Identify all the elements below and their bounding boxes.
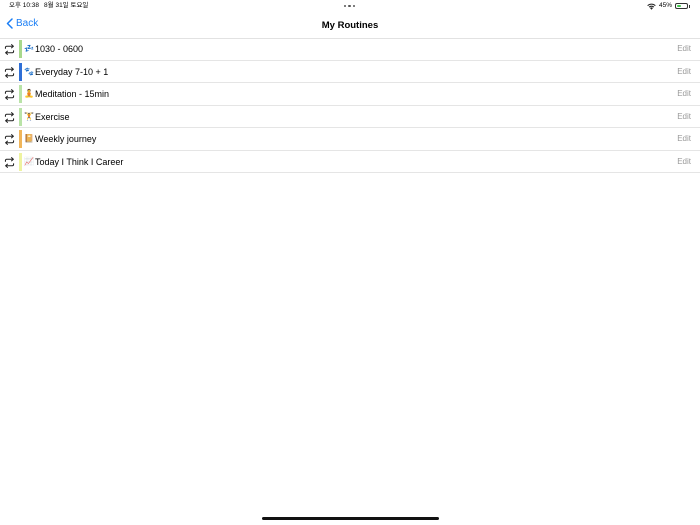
routine-row[interactable]: 💤 1030 - 0600 Edit xyxy=(0,38,700,61)
routine-name: Everyday 7-10 + 1 xyxy=(35,66,109,77)
edit-button[interactable]: Edit xyxy=(677,106,691,128)
edit-button[interactable]: Edit xyxy=(677,151,691,173)
routine-emoji-icon: 🏋 xyxy=(24,111,34,121)
routine-color-bar xyxy=(19,40,22,58)
routine-name: Exercise xyxy=(35,111,70,122)
routine-row[interactable]: 🧘 Meditation - 15min Edit xyxy=(0,83,700,106)
routine-name: 1030 - 0600 xyxy=(35,44,84,54)
status-bar: 오후 10:38 8월 31일 토요일 45% xyxy=(0,0,700,12)
repeat-icon xyxy=(4,89,15,100)
routine-color-bar xyxy=(19,152,22,171)
multitasking-dots-icon[interactable] xyxy=(344,5,356,8)
routine-list: 💤 1030 - 0600 Edit 🐾 Everyday 7-10 + 1 E… xyxy=(0,38,700,173)
routine-label: 🏋 Exercise xyxy=(24,106,70,128)
edit-button[interactable]: Edit xyxy=(677,61,691,83)
repeat-icon xyxy=(4,66,15,78)
routine-color-bar xyxy=(19,130,22,148)
routine-emoji-icon: 📔 xyxy=(24,134,34,143)
repeat-icon xyxy=(4,111,15,123)
status-time: 오후 10:38 xyxy=(9,2,40,9)
edit-button[interactable]: Edit xyxy=(677,38,691,60)
navigation-bar: Back My Routines xyxy=(0,13,700,39)
routine-label: 📈 Today I Think I Career xyxy=(24,151,123,173)
page-title: My Routines xyxy=(321,20,379,31)
edit-button[interactable]: Edit xyxy=(677,83,691,105)
routine-label: 🧘 Meditation - 15min xyxy=(24,83,109,105)
edit-button[interactable]: Edit xyxy=(677,128,691,150)
battery-cap xyxy=(689,4,690,8)
battery-icon xyxy=(675,3,688,9)
routine-color-bar xyxy=(19,85,22,103)
home-indicator[interactable] xyxy=(262,517,439,520)
routine-name: Weekly journey xyxy=(35,134,97,144)
repeat-icon xyxy=(4,44,15,55)
battery-fill xyxy=(677,5,682,7)
routine-label: 📔 Weekly journey xyxy=(24,128,96,150)
battery-percent: 45% xyxy=(658,2,672,9)
routine-row[interactable]: 🐾 Everyday 7-10 + 1 Edit xyxy=(0,61,700,83)
screen: 오후 10:38 8월 31일 토요일 45% Back My Routines… xyxy=(0,0,700,525)
routine-emoji-icon: 💤 xyxy=(24,44,34,53)
routine-color-bar xyxy=(19,62,22,81)
routine-row[interactable]: 📔 Weekly journey Edit xyxy=(0,128,700,151)
routine-emoji-icon: 📈 xyxy=(24,156,34,166)
routine-row[interactable]: 🏋 Exercise Edit xyxy=(0,106,700,128)
repeat-icon xyxy=(4,156,15,168)
routine-label: 💤 1030 - 0600 xyxy=(24,38,83,60)
routine-emoji-icon: 🐾 xyxy=(24,66,34,76)
routine-row[interactable]: 📈 Today I Think I Career Edit xyxy=(0,151,700,173)
routine-color-bar xyxy=(19,107,22,126)
status-date: 8월 31일 토요일 xyxy=(44,2,89,9)
wifi-icon xyxy=(647,3,656,10)
status-right: 45% xyxy=(647,0,690,12)
routine-name: Meditation - 15min xyxy=(35,89,110,99)
routine-emoji-icon: 🧘 xyxy=(24,89,34,98)
repeat-icon xyxy=(4,134,15,145)
routine-name: Today I Think I Career xyxy=(35,156,124,167)
routine-label: 🐾 Everyday 7-10 + 1 xyxy=(24,61,108,83)
status-left: 오후 10:38 8월 31일 토요일 xyxy=(9,0,88,12)
